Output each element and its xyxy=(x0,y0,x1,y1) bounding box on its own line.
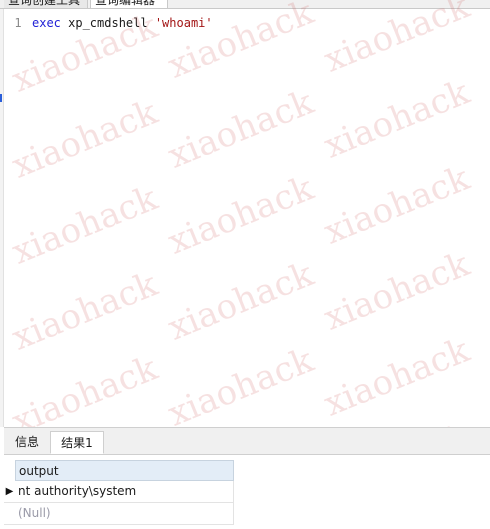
table-cell[interactable]: nt authority\system xyxy=(15,481,234,502)
result-tab-bar: 信息 结果1 xyxy=(4,428,490,455)
tab-query-builder[interactable]: 查询创建工具 xyxy=(4,0,88,8)
row-pointer-icon: ▶ xyxy=(5,486,14,497)
tab-query-editor[interactable]: 查询编辑器 xyxy=(90,0,168,8)
code-line-1[interactable]: 1 exec xp_cmdshell 'whoami' xyxy=(4,15,213,31)
result-grid[interactable]: output ▶ nt authority\system (Null) xyxy=(4,460,234,525)
result-panel: 信息 结果1 output ▶ nt authority\system (Nul… xyxy=(4,427,490,529)
table-row[interactable]: ▶ nt authority\system xyxy=(4,481,234,503)
tab-result-1[interactable]: 结果1 xyxy=(50,431,104,454)
code-identifier: xp_cmdshell xyxy=(60,16,155,30)
code-string: 'whoami' xyxy=(154,16,213,30)
code-keyword: exec xyxy=(32,16,61,30)
splitter-marker[interactable] xyxy=(0,94,2,102)
query-editor-window: 查询创建工具 查询编辑器 1 exec xp_cmdshell 'whoami' … xyxy=(0,0,490,529)
table-row[interactable]: (Null) xyxy=(4,503,234,525)
line-number: 1 xyxy=(14,16,22,30)
table-cell[interactable]: (Null) xyxy=(15,503,234,524)
column-header-output[interactable]: output xyxy=(15,460,234,481)
top-tab-bar: 查询创建工具 查询编辑器 xyxy=(0,0,490,9)
sql-editor[interactable]: 1 exec xp_cmdshell 'whoami' xyxy=(4,9,490,427)
row-indicator xyxy=(4,503,15,525)
tab-messages[interactable]: 信息 xyxy=(6,431,48,454)
